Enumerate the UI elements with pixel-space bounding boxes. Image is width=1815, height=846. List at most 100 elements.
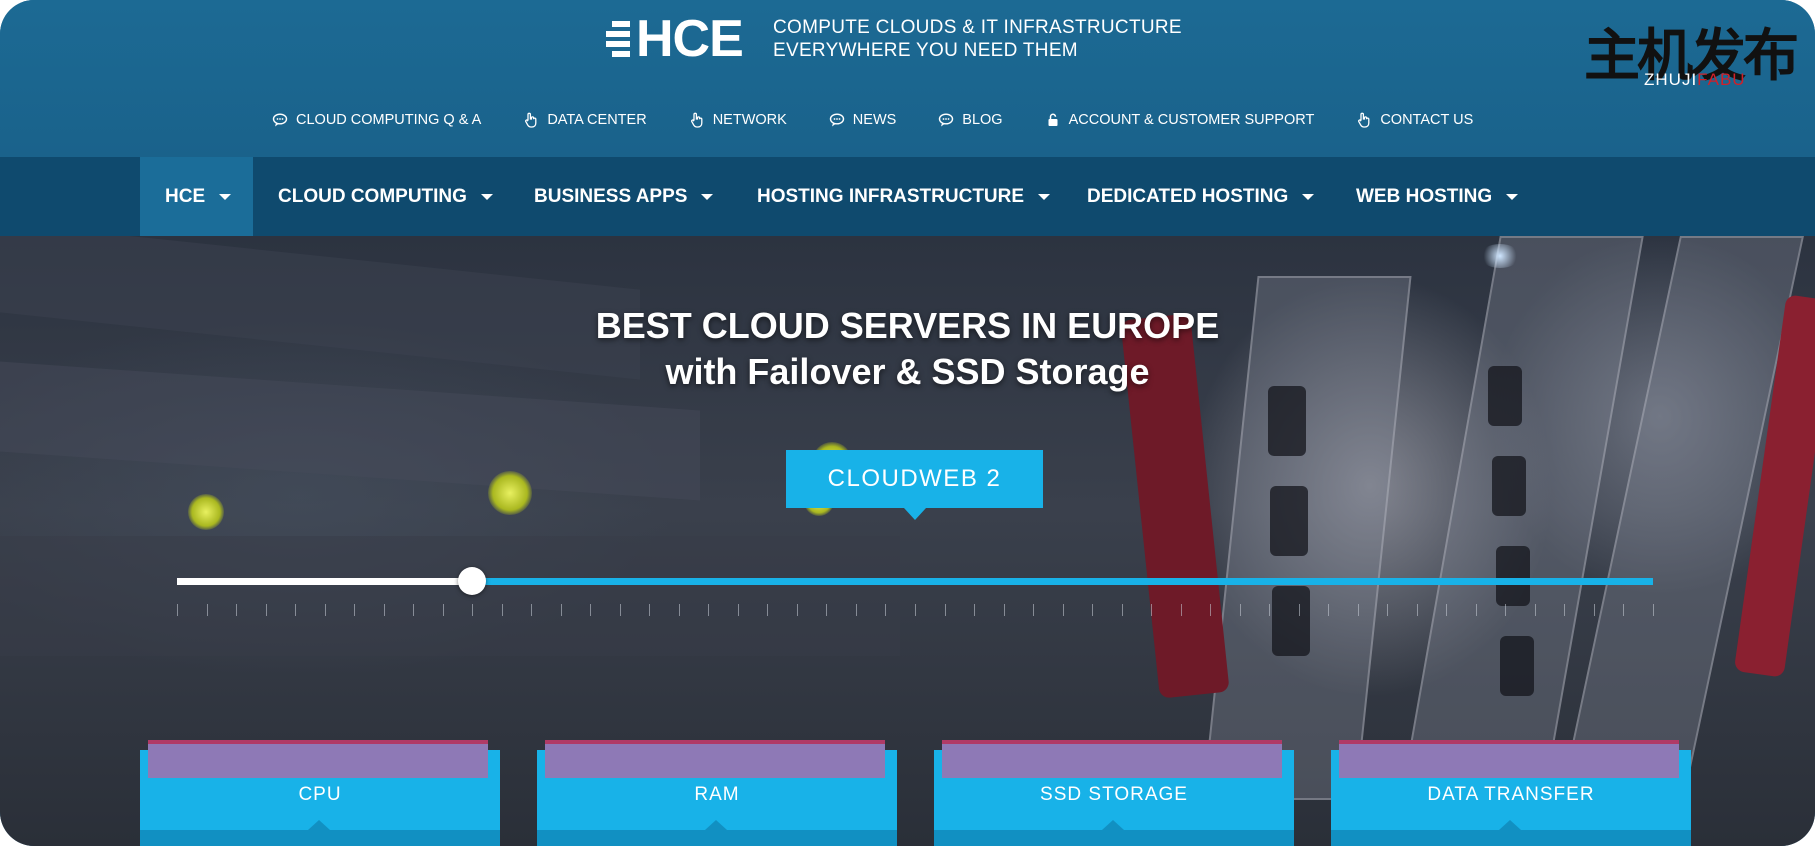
topnav-item-account-support[interactable]: ACCOUNT & CUSTOMER SUPPORT [1045, 112, 1315, 128]
mainnav-item-web-hosting[interactable]: WEB HOSTING [1356, 157, 1519, 236]
site-header: HCE COMPUTE CLOUDS & IT INFRASTRUCTURE E… [0, 0, 1815, 157]
slider-tick [1505, 604, 1507, 616]
topnav-label: CLOUD COMPUTING Q & A [296, 112, 482, 128]
slider-tick [678, 604, 680, 616]
plan-label-tooltip: CLOUDWEB 2 [786, 450, 1043, 520]
caret-down-icon [480, 193, 493, 200]
plan-slider-ticks [177, 604, 1654, 616]
slider-tick [767, 604, 769, 616]
logo-text: HCE [636, 10, 744, 68]
slider-tick [1033, 604, 1035, 616]
resource-card-data-transfer[interactable]: DATA TRANSFER [1331, 740, 1691, 846]
page-frame: HCE COMPUTE CLOUDS & IT INFRASTRUCTURE E… [0, 0, 1815, 846]
mainnav-label: HOSTING INFRASTRUCTURE [757, 185, 1025, 207]
resource-card-ssd-storage[interactable]: SSD STORAGE [934, 740, 1294, 846]
slider-tick [1475, 604, 1477, 616]
caret-down-icon [1038, 193, 1051, 200]
watermark-en-text: ZHUJIFABU [1644, 70, 1746, 89]
card-footer [537, 820, 897, 846]
resource-card-ram[interactable]: RAM [537, 740, 897, 846]
mainnav-label: HCE [165, 185, 206, 207]
slider-tick [1062, 604, 1064, 616]
mainnav-item-business-apps[interactable]: BUSINESS APPS [534, 157, 714, 236]
slider-tick [1564, 604, 1566, 616]
slider-tick [1003, 604, 1005, 616]
mainnav-label: DEDICATED HOSTING [1087, 185, 1289, 207]
slider-tick [1269, 604, 1271, 616]
slider-tick [1623, 604, 1625, 616]
hero-title-line-1: BEST CLOUD SERVERS IN EUROPE [595, 305, 1220, 346]
card-header-bar [1339, 740, 1679, 778]
slider-tick [1357, 604, 1359, 616]
slider-tick [206, 604, 208, 616]
card-footer [140, 820, 500, 846]
topnav-label: BLOG [962, 112, 1003, 128]
hce-logo[interactable]: HCE [606, 10, 744, 68]
slider-tick [442, 604, 444, 616]
slider-tick [1210, 604, 1212, 616]
topnav-item-data-center[interactable]: DATA CENTER [523, 112, 647, 128]
slider-tick [1653, 604, 1654, 616]
tagline-line-1: COMPUTE CLOUDS & IT INFRASTRUCTURE [773, 17, 1182, 38]
topnav-item-network[interactable]: NETWORK [689, 112, 787, 128]
slider-tick [590, 604, 592, 616]
slider-tick [1239, 604, 1241, 616]
chat-bubble-icon [939, 113, 954, 127]
slider-tick [1180, 604, 1182, 616]
slider-tick [944, 604, 946, 616]
topnav-label: ACCOUNT & CUSTOMER SUPPORT [1068, 112, 1315, 128]
slider-tick [826, 604, 828, 616]
topnav-item-blog[interactable]: BLOG [938, 112, 1003, 128]
topnav-label: NEWS [852, 112, 897, 128]
tagline-line-2: EVERYWHERE YOU NEED THEM [773, 40, 1078, 61]
slider-tick [295, 604, 297, 616]
card-header-bar [148, 740, 488, 778]
slider-tick [885, 604, 887, 616]
slider-tick [708, 604, 710, 616]
slider-tick [619, 604, 621, 616]
slider-tick [737, 604, 739, 616]
topnav-item-contact-us[interactable]: CONTACT US [1356, 112, 1473, 128]
hero-title-line-2: with Failover & SSD Storage [665, 351, 1150, 392]
resource-card-cpu[interactable]: CPU [140, 740, 500, 846]
card-footer [1331, 820, 1691, 846]
slider-tick [265, 604, 267, 616]
slider-tick [1328, 604, 1330, 616]
lock-icon [1048, 113, 1058, 126]
watermark-logo: 主机发布 ZHUJIFABU [1584, 26, 1799, 94]
slider-tick [1092, 604, 1094, 616]
slider-tick [855, 604, 857, 616]
mainnav-label: BUSINESS APPS [534, 185, 688, 207]
mainnav-label: CLOUD COMPUTING [278, 185, 467, 207]
mainnav-item-cloud-computing[interactable]: CLOUD COMPUTING [278, 157, 493, 236]
topnav-item-cloud-computing-qa[interactable]: CLOUD COMPUTING Q & A [272, 112, 481, 128]
slider-tick [1151, 604, 1153, 616]
hero-section: BEST CLOUD SERVERS IN EUROPE with Failov… [0, 236, 1815, 846]
card-label: DATA TRANSFER [1427, 784, 1595, 805]
caret-down-icon [1302, 193, 1315, 200]
plan-label-text: CLOUDWEB 2 [827, 465, 1002, 492]
slider-tick [324, 604, 326, 616]
slider-tick [1298, 604, 1300, 616]
slider-tick [1121, 604, 1123, 616]
plan-slider-thumb[interactable] [458, 567, 487, 595]
slider-tick [649, 604, 651, 616]
caret-down-icon [1506, 193, 1519, 200]
card-footer [934, 820, 1294, 846]
plan-slider-track[interactable] [177, 567, 1653, 595]
slider-tick [560, 604, 562, 616]
slider-tick [974, 604, 976, 616]
mainnav-item-dedicated-hosting[interactable]: DEDICATED HOSTING [1087, 157, 1315, 236]
slider-tick [1416, 604, 1418, 616]
card-header-bar [545, 740, 885, 778]
hero-title: BEST CLOUD SERVERS IN EUROPE with Failov… [0, 303, 1815, 395]
card-label: RAM [694, 784, 740, 805]
mainnav-item-hosting-infrastructure[interactable]: HOSTING INFRASTRUCTURE [757, 157, 1051, 236]
hand-pointer-icon [1358, 112, 1370, 128]
topnav-item-news[interactable]: NEWS [829, 112, 897, 128]
slider-tick [531, 604, 533, 616]
slider-tick [501, 604, 503, 616]
caret-down-icon [219, 193, 232, 200]
mainnav-item-hce[interactable]: HCE [140, 157, 253, 236]
slider-tick [1534, 604, 1536, 616]
